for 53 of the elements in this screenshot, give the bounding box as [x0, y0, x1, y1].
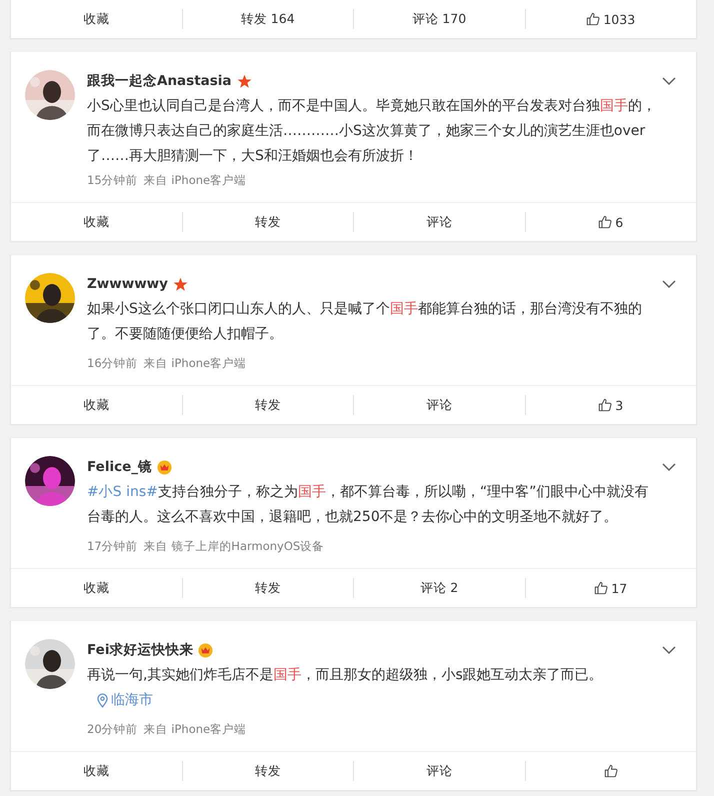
post-time: 20分钟前 [87, 722, 138, 737]
comment-button[interactable]: 评论 [353, 395, 524, 415]
thumbs-up-icon [594, 581, 608, 595]
comment-button[interactable]: 评论 170 [353, 9, 524, 29]
favorite-button[interactable]: 收藏 [11, 578, 182, 598]
post-time: 16分钟前 [87, 356, 138, 371]
repost-button[interactable]: 转发 164 [182, 9, 353, 29]
post-time: 15分钟前 [87, 173, 138, 188]
comment-text: #小S ins#支持台独分子，称之为国手，都不算台毒，所以嘞，“理中客”们眼中心中就没有台毒的人。这么不喜欢中国，退籍吧，也就250不是？去你心中的文明圣地不就好了。 [87, 483, 650, 527]
thumbs-up-icon [586, 12, 600, 26]
user-name[interactable]: Fei求好运快快来 [87, 641, 194, 659]
comment-text: 再说一句,其实她们炸毛店不是国手，而且那女的超级独，小s跟她互动太亲了而已。 临海市 [87, 663, 661, 713]
comment-button[interactable]: 评论 [353, 212, 524, 232]
user-name[interactable]: Felice_镜 [87, 458, 152, 476]
keyword-link[interactable]: 国手 [273, 667, 302, 683]
thumbs-up-icon [598, 215, 612, 229]
comment-button[interactable]: 评论 [353, 761, 524, 781]
chevron-down-icon[interactable] [662, 280, 676, 288]
favorite-button[interactable]: 收藏 [11, 395, 182, 415]
crown-icon [157, 460, 172, 474]
repost-button[interactable]: 转发 [182, 212, 353, 232]
crown-icon [198, 642, 214, 658]
post-source: 来自 镜子上岸的HarmonyOS设备 [144, 539, 324, 554]
user-name[interactable]: Zwwwwwy [87, 276, 168, 292]
star-icon [172, 276, 188, 292]
repost-button[interactable]: 转发 [182, 395, 353, 415]
like-button[interactable]: 1033 [524, 9, 696, 29]
favorite-button[interactable]: 收藏 [11, 9, 182, 29]
like-button[interactable]: 6 [524, 212, 696, 232]
keyword-link[interactable]: 国手 [298, 484, 326, 500]
keyword-link[interactable]: 国手 [600, 98, 628, 114]
location-pin-icon [97, 693, 108, 708]
keyword-link[interactable]: 国手 [390, 301, 418, 317]
post-source: 来自 iPhone客户端 [144, 356, 246, 371]
like-button[interactable]: 17 [524, 578, 696, 598]
post-time: 17分钟前 [87, 539, 138, 554]
like-button[interactable]: 3 [524, 395, 696, 415]
user-name[interactable]: 跟我一起念Anastasia [87, 72, 232, 90]
comment-text: 小S心里也认同自己是台湾人，而不是中国人。毕竟她只敢在国外的平台发表对台独国手的，而在微博只表达自己的家庭生活…………小S这次算黄了，她家三个女儿的演艺生涯也over了……再大胆猜测一下，大S和汪婚姻也会有所波折！ [87, 97, 657, 166]
thumbs-up-icon [598, 398, 612, 412]
repost-button[interactable]: 转发 [182, 761, 353, 781]
star-icon [236, 74, 252, 88]
chevron-down-icon[interactable] [662, 77, 676, 85]
favorite-button[interactable]: 收藏 [11, 761, 182, 781]
chevron-down-icon[interactable] [662, 463, 676, 471]
comment-button[interactable]: 评论 2 [353, 578, 524, 598]
repost-button[interactable]: 转发 [182, 578, 353, 598]
chevron-down-icon[interactable] [662, 646, 676, 654]
post-source: 来自 iPhone客户端 [144, 722, 246, 737]
comment-text: 如果小S这么个张口闭口山东人的人、只是喊了个国手都能算台独的话，那台湾没有不独的了。不要随随便便给人扣帽子。 [87, 300, 643, 344]
favorite-button[interactable]: 收藏 [11, 212, 182, 232]
post-source: 来自 iPhone客户端 [144, 173, 246, 188]
thumbs-up-icon [604, 764, 618, 778]
